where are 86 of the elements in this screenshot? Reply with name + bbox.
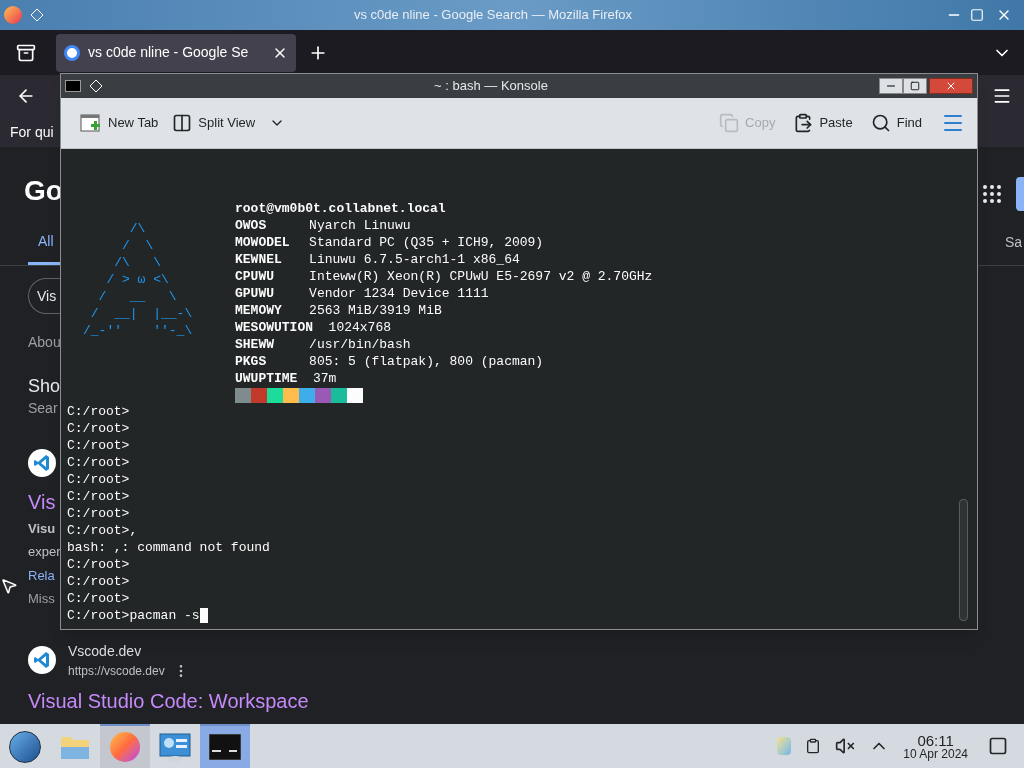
info-value: 805: 5 (flatpak), 800 (pacman) <box>309 353 544 370</box>
code-logo-icon <box>28 646 56 674</box>
host-name: root@vm0b0t.collabnet.local <box>235 200 447 217</box>
terminal-line: C:/root> <box>67 454 130 471</box>
info-value: Linuwu 6.7.5-arch1-1 x86_64 <box>309 251 520 268</box>
terminal-line: C:/root> <box>67 590 130 607</box>
terminal-line: C:/root> <box>67 471 130 488</box>
info-label: CPUWU <box>235 268 275 285</box>
scrollbar-thumb[interactable] <box>959 499 968 621</box>
close-icon <box>945 80 957 92</box>
info-label: KEWNEL <box>235 251 283 268</box>
result-title-link[interactable]: Vis <box>28 486 56 517</box>
ascii-logo: /\ / \ /\ \ / > ω <\ / __ \ / __| |__-\ /_-'' ''-_\ <box>82 220 194 340</box>
info-value: 37m <box>313 370 337 387</box>
paste-icon <box>793 113 814 133</box>
info-label: WESOWUTION <box>235 319 314 336</box>
clipboard-icon[interactable] <box>805 738 822 754</box>
clock-time[interactable]: 06:11 <box>917 732 954 748</box>
info-label: OWOS <box>235 217 268 234</box>
terminal-line: C:/root> <box>67 403 130 420</box>
info-label: MEMOWY <box>235 302 283 319</box>
terminal-line: C:/root> <box>67 488 130 505</box>
missing-words: Miss <box>28 590 55 608</box>
section-title: Sho <box>28 375 61 398</box>
related-link[interactable]: Rela <box>28 565 55 585</box>
terminal-line: C:/root>, <box>67 522 138 539</box>
copy-icon <box>719 113 740 133</box>
bookmark-hint: For qui <box>10 122 54 142</box>
clock-date[interactable]: 10 Apr 2024 <box>903 747 968 760</box>
taskbar-button[interactable] <box>200 724 250 768</box>
terminal-app-icon <box>65 80 81 92</box>
info-value: Standard PC (Q35 + ICH9, 2009) <box>309 234 544 251</box>
close-button[interactable] <box>929 78 973 94</box>
terminal-line: C:/root> <box>67 556 130 573</box>
window-title: vs c0de nline - Google Search — Mozilla Firefox <box>352 6 634 25</box>
info-label: SHEWW <box>235 336 275 353</box>
search-tab[interactable]: Sa <box>1004 232 1022 265</box>
split-view-icon <box>172 113 193 133</box>
info-label: PKGS <box>235 353 268 370</box>
terminal-line: C:/root> <box>67 573 130 590</box>
maximize-icon[interactable] <box>970 8 984 22</box>
terminal-line: C:/root>pacman -s <box>67 607 200 624</box>
toolbar-button[interactable]: New Tab <box>77 110 162 136</box>
result-snippet: Visu <box>28 519 56 538</box>
info-value: 1024x768 <box>328 319 392 336</box>
result-title-link[interactable]: Visual Studio Code: Workspace <box>28 685 309 716</box>
info-label: GPUWU <box>235 285 275 302</box>
info-value: Nyarch Linuwu <box>309 217 411 234</box>
browser-icon <box>110 732 140 762</box>
apps-icon[interactable] <box>980 182 1004 206</box>
maximize-icon <box>910 81 920 91</box>
result-snippet: exper <box>28 543 61 561</box>
logo-text: Go <box>24 177 63 205</box>
code-logo-icon <box>28 448 56 477</box>
terminal-line: bash: ,: command not found <box>67 539 270 556</box>
results-stats: Abou <box>28 333 61 352</box>
info-label: UWUPTIME <box>235 370 299 387</box>
toolbar-button[interactable]: Paste <box>790 110 856 136</box>
toolbar-button[interactable]: Find <box>867 110 925 136</box>
info-value: 2563 MiB/3919 MiB <box>309 302 442 319</box>
info-value: Vendor 1234 Device 1111 <box>309 285 489 302</box>
terminal-icon <box>209 734 241 760</box>
minimize-button[interactable] <box>879 78 903 94</box>
muted-speaker-icon[interactable] <box>835 736 856 756</box>
pin-icon[interactable] <box>89 79 103 93</box>
menu-icon[interactable] <box>992 86 1012 106</box>
info-value: /usr/bin/bash <box>309 336 411 353</box>
show-desktop-icon[interactable] <box>988 736 1008 756</box>
terminal-line: C:/root> <box>67 437 130 454</box>
tab-list-icon[interactable] <box>16 42 36 63</box>
browser-icon <box>4 6 22 24</box>
info-label: MOWODEL <box>235 234 291 251</box>
new-tab-icon <box>80 113 102 133</box>
site-name: Vscode.dev <box>68 641 143 661</box>
window-title: ~ : bash — Konsole <box>433 77 549 96</box>
site-url: https://vscode.dev <box>68 662 165 680</box>
maximize-button[interactable] <box>903 78 927 94</box>
section-subtitle: Sear <box>28 398 58 418</box>
toolbar-button[interactable]: Split View <box>169 110 289 136</box>
browser-tab[interactable]: vs c0de nline - Google Se <box>56 33 296 72</box>
google-icon <box>64 44 80 61</box>
search-icon <box>870 113 891 133</box>
terminal-line: C:/root> <box>67 420 130 437</box>
terminal-line: C:/root> <box>67 505 130 522</box>
start-orb-icon <box>9 731 41 763</box>
info-value: Inteww(R) Xeon(R) CPUwU E5-2697 v2 @ 2.70GHz <box>309 268 653 285</box>
